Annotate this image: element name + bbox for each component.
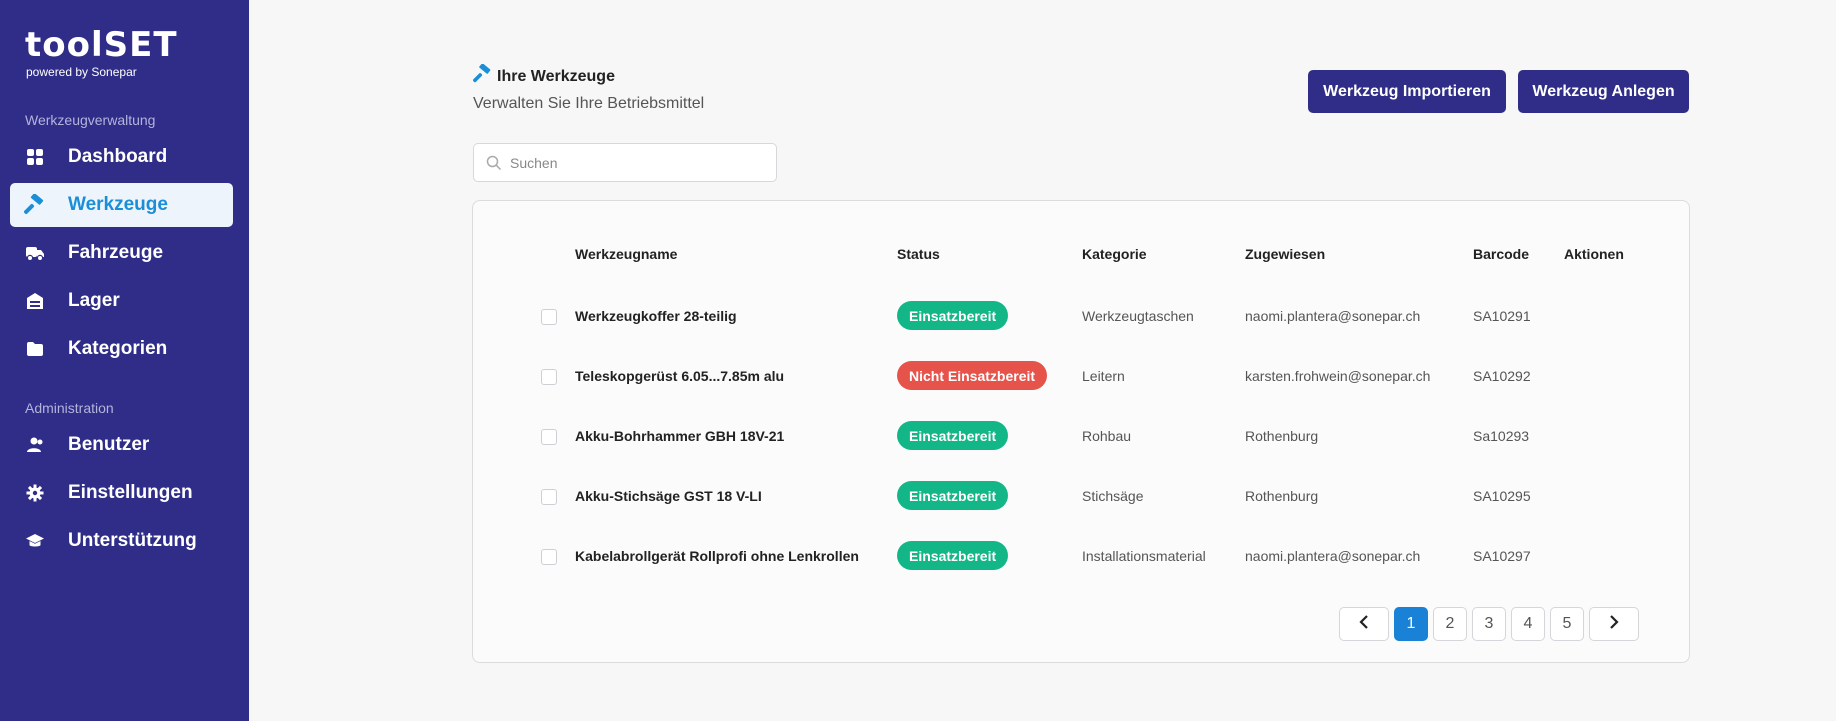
tool-assigned: Rothenburg bbox=[1245, 428, 1319, 444]
chevron-right-icon bbox=[1608, 614, 1620, 634]
tool-assigned: naomi.plantera@sonepar.ch bbox=[1245, 308, 1421, 324]
tool-category: Werkzeugtaschen bbox=[1082, 308, 1194, 324]
sidebar-item-einstellungen[interactable]: Einstellungen bbox=[10, 471, 233, 515]
status-badge: Nicht Einsatzbereit bbox=[897, 361, 1048, 390]
hammer-icon bbox=[472, 63, 493, 89]
tool-barcode: Sa10293 bbox=[1473, 428, 1530, 444]
dashboard-icon bbox=[23, 145, 47, 169]
brand-name: toolSET bbox=[25, 25, 178, 65]
sidebar-item-fahrzeuge[interactable]: Fahrzeuge bbox=[10, 231, 233, 275]
tool-category: Rohbau bbox=[1082, 428, 1132, 444]
status-badge: Einsatzbereit bbox=[897, 541, 1009, 570]
tool-name[interactable]: Akku-Bohrhammer GBH 18V-21 bbox=[575, 428, 784, 444]
gear-icon bbox=[23, 481, 47, 505]
sidebar-item-label: Benutzer bbox=[68, 434, 150, 455]
pagination-page-2[interactable]: 2 bbox=[1433, 607, 1467, 641]
column-header-assigned[interactable]: Zugewiesen bbox=[1245, 246, 1325, 262]
tool-name[interactable]: Werkzeugkoffer 28-teilig bbox=[575, 308, 737, 324]
tool-assigned: Rothenburg bbox=[1245, 488, 1319, 504]
tool-assigned: naomi.plantera@sonepar.ch bbox=[1245, 548, 1421, 564]
search-icon bbox=[486, 155, 502, 171]
tool-category: Installationsmaterial bbox=[1082, 548, 1206, 564]
status-badge: Einsatzbereit bbox=[897, 301, 1009, 330]
tool-barcode: SA10295 bbox=[1473, 488, 1531, 504]
sidebar-item-label: Werkzeuge bbox=[68, 194, 168, 215]
section-title-administration: Administration bbox=[25, 400, 114, 416]
pagination-page-4[interactable]: 4 bbox=[1511, 607, 1545, 641]
pagination-page-1[interactable]: 1 bbox=[1394, 607, 1428, 641]
tool-barcode: SA10291 bbox=[1473, 308, 1531, 324]
sidebar-item-unterstuetzung[interactable]: Unterstützung bbox=[10, 519, 233, 563]
sidebar-item-benutzer[interactable]: Benutzer bbox=[10, 423, 233, 467]
column-header-status[interactable]: Status bbox=[897, 246, 940, 262]
sidebar-item-label: Dashboard bbox=[68, 146, 168, 167]
tool-barcode: SA10292 bbox=[1473, 368, 1531, 384]
sidebar-item-label: Einstellungen bbox=[68, 482, 193, 503]
sidebar-item-label: Fahrzeuge bbox=[68, 242, 164, 263]
sidebar-item-label: Kategorien bbox=[68, 338, 168, 359]
sidebar-item-lager[interactable]: Lager bbox=[10, 279, 233, 323]
column-header-barcode[interactable]: Barcode bbox=[1473, 246, 1529, 262]
page-subtitle: Verwalten Sie Ihre Betriebsmittel bbox=[473, 95, 705, 112]
row-checkbox[interactable] bbox=[541, 369, 557, 385]
tools-table-card: Werkzeugname Status Kategorie Zugewiesen… bbox=[472, 200, 1690, 663]
page-title-text: Ihre Werkzeuge bbox=[497, 67, 615, 85]
search-box[interactable] bbox=[473, 143, 777, 182]
page-title: Ihre Werkzeuge bbox=[472, 63, 615, 89]
status-badge: Einsatzbereit bbox=[897, 481, 1009, 510]
hammer-icon bbox=[23, 193, 47, 217]
brand-logo[interactable]: toolSET powered by Sonepar bbox=[25, 28, 178, 79]
pagination-next-button[interactable] bbox=[1589, 607, 1639, 641]
column-header-category[interactable]: Kategorie bbox=[1082, 246, 1147, 262]
users-icon bbox=[23, 433, 47, 457]
truck-icon bbox=[23, 241, 47, 265]
sidebar-item-kategorien[interactable]: Kategorien bbox=[10, 327, 233, 371]
tool-name[interactable]: Teleskopgerüst 6.05...7.85m alu bbox=[575, 368, 784, 384]
column-header-name[interactable]: Werkzeugname bbox=[575, 246, 677, 262]
sidebar: toolSET powered by Sonepar Werkzeugverwa… bbox=[0, 0, 249, 721]
row-checkbox[interactable] bbox=[541, 309, 557, 325]
section-title-werkzeugverwaltung: Werkzeugverwaltung bbox=[25, 112, 156, 128]
table-row[interactable]: Teleskopgerüst 6.05...7.85m alu Nicht Ei… bbox=[473, 347, 1689, 407]
sidebar-item-dashboard[interactable]: Dashboard bbox=[10, 135, 233, 179]
row-checkbox[interactable] bbox=[541, 549, 557, 565]
tool-category: Stichsäge bbox=[1082, 488, 1144, 504]
tool-name[interactable]: Kabelabrollgerät Rollprofi ohne Lenkroll… bbox=[575, 548, 859, 564]
column-header-actions: Aktionen bbox=[1564, 246, 1624, 262]
tool-assigned: karsten.frohwein@sonepar.ch bbox=[1245, 368, 1431, 384]
pagination-page-3[interactable]: 3 bbox=[1472, 607, 1506, 641]
status-badge: Einsatzbereit bbox=[897, 421, 1009, 450]
search-input[interactable] bbox=[510, 154, 760, 171]
table-row[interactable]: Akku-Stichsäge GST 18 V-LI Einsatzbereit… bbox=[473, 467, 1689, 527]
create-tool-button[interactable]: Werkzeug Anlegen bbox=[1518, 70, 1689, 113]
row-checkbox[interactable] bbox=[541, 429, 557, 445]
pagination-prev-button[interactable] bbox=[1339, 607, 1389, 641]
table-row[interactable]: Akku-Bohrhammer GBH 18V-21 Einsatzbereit… bbox=[473, 407, 1689, 467]
import-tool-button[interactable]: Werkzeug Importieren bbox=[1308, 70, 1506, 113]
pagination-page-5[interactable]: 5 bbox=[1550, 607, 1584, 641]
table-row[interactable]: Kabelabrollgerät Rollprofi ohne Lenkroll… bbox=[473, 527, 1689, 587]
tool-name[interactable]: Akku-Stichsäge GST 18 V-LI bbox=[575, 488, 762, 504]
brand-tagline: powered by Sonepar bbox=[26, 65, 137, 79]
chevron-left-icon bbox=[1358, 614, 1370, 634]
sidebar-item-label: Lager bbox=[68, 290, 120, 311]
warehouse-icon bbox=[23, 289, 47, 313]
sidebar-item-label: Unterstützung bbox=[68, 530, 197, 551]
table-row[interactable]: Werkzeugkoffer 28-teilig Einsatzbereit W… bbox=[473, 287, 1689, 347]
tool-barcode: SA10297 bbox=[1473, 548, 1531, 564]
row-checkbox[interactable] bbox=[541, 489, 557, 505]
sidebar-item-werkzeuge[interactable]: Werkzeuge bbox=[10, 183, 233, 227]
tool-category: Leitern bbox=[1082, 368, 1125, 384]
folder-icon bbox=[23, 337, 47, 361]
graduation-cap-icon bbox=[23, 529, 47, 553]
